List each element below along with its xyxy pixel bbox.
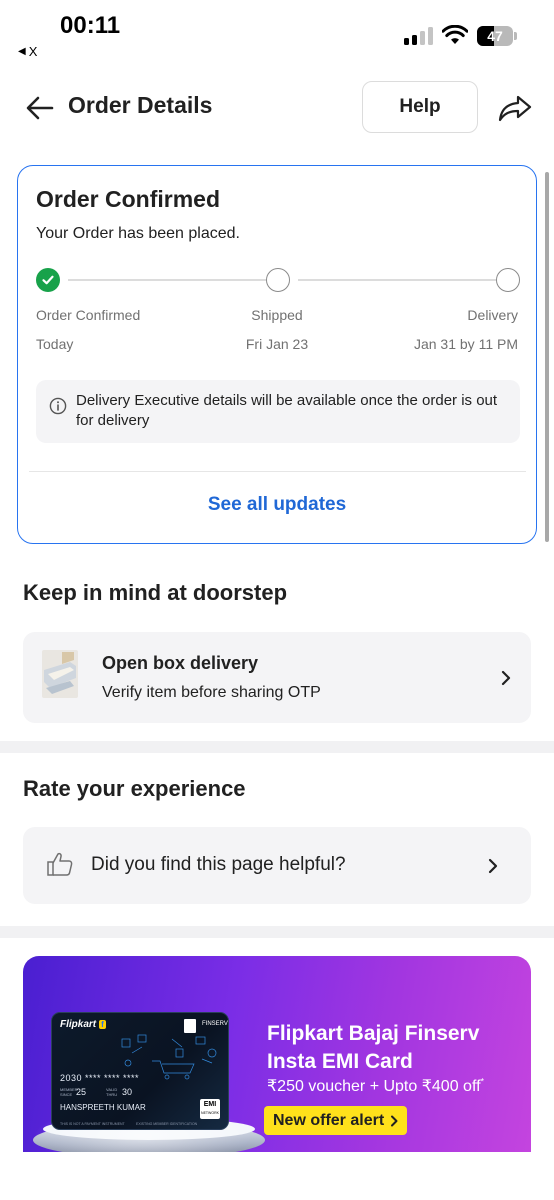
back-arrow-icon[interactable]	[22, 90, 58, 126]
section-divider	[0, 926, 554, 938]
progress-line	[68, 279, 275, 281]
order-status-subtitle: Your Order has been placed.	[36, 225, 240, 242]
chevron-right-icon	[488, 858, 498, 874]
emi-logo-text: EMI	[203, 1101, 217, 1108]
page-helpful-question: Did you find this page helpful?	[91, 854, 346, 875]
wifi-icon	[442, 25, 468, 44]
banner-title: Flipkart Bajaj Finserv Insta EMI Card	[267, 1020, 479, 1076]
emi-card-image: Flipkart f FINSERV 2030 **** **** **** ME…	[51, 1012, 229, 1130]
step-confirmed-check-icon	[36, 268, 60, 292]
battery-icon: 47	[477, 26, 517, 46]
card-holder-name: HANSPREETH KUMAR	[60, 1103, 146, 1112]
order-status-title: Order Confirmed	[36, 186, 221, 212]
step-shipped-circle-icon	[266, 268, 290, 292]
card-brand: Flipkart f	[60, 1019, 106, 1030]
banner-title-line1: Flipkart Bajaj Finserv	[267, 1022, 480, 1045]
banner-offer-text: ₹250 voucher + Upto ₹400 off*	[267, 1076, 484, 1096]
step-delivery-circle-icon	[496, 268, 520, 292]
see-all-updates-link[interactable]: See all updates	[18, 494, 536, 516]
emi-network-logo: EMI NETWORK	[200, 1099, 220, 1119]
back-app-label: X	[28, 44, 38, 59]
page-title: Order Details	[68, 92, 213, 118]
open-box-delivery-card[interactable]: Open box delivery Verify item before sha…	[23, 632, 531, 723]
valid-thru-value: 30	[122, 1087, 133, 1097]
scrollbar[interactable]	[545, 172, 549, 542]
member-since-value: 25	[76, 1087, 87, 1097]
emi-card-promo-banner[interactable]: Flipkart f FINSERV 2030 **** **** **** ME…	[23, 956, 531, 1152]
card-number: 2030 **** **** ****	[60, 1073, 140, 1083]
banner-title-line2: Insta EMI Card	[267, 1050, 413, 1073]
shoe-box-thumbnail-icon	[42, 650, 78, 698]
status-time: 00:11	[60, 12, 121, 39]
banner-offer-mark: *	[480, 1076, 485, 1087]
valid-thru-label: VALID THRU	[106, 1087, 118, 1097]
divider	[29, 471, 526, 472]
new-offer-alert-button[interactable]: New offer alert	[264, 1106, 408, 1135]
order-details-screen: 00:11 ◀ X 47 Order Details Help Order Co…	[0, 0, 554, 1200]
order-progress-tracker	[36, 268, 520, 292]
doorstep-section-title: Keep in mind at doorstep	[23, 580, 288, 605]
open-box-delivery-title: Open box delivery	[102, 653, 259, 673]
page-helpful-card[interactable]: Did you find this page helpful?	[23, 827, 531, 904]
order-status-card: Order Confirmed Your Order has been plac…	[17, 165, 537, 544]
card-footer-text: THIS IS NOT A PAYMENT INSTRUMENT	[60, 1122, 125, 1126]
page-header: Order Details Help	[0, 76, 554, 140]
chevron-right-icon	[391, 1115, 398, 1126]
card-partner-text: FINSERV	[202, 1021, 228, 1027]
rating-section-title: Rate your experience	[23, 776, 246, 801]
back-to-app-link[interactable]: ◀ X	[18, 44, 37, 59]
delivery-info-box: Delivery Executive details will be avail…	[36, 380, 520, 443]
help-button[interactable]: Help	[362, 81, 478, 133]
status-bar: 00:11 ◀ X 47	[0, 0, 554, 68]
progress-line	[298, 279, 504, 281]
section-divider	[0, 741, 554, 753]
flipkart-badge-icon: f	[99, 1020, 106, 1029]
thumbs-up-icon	[47, 852, 73, 876]
info-icon	[49, 397, 67, 415]
chevron-right-icon	[501, 670, 511, 686]
step-label-shipped: Shipped	[251, 307, 303, 323]
cellular-signal-icon	[404, 27, 434, 45]
emi-logo-subtext: NETWORK	[201, 1111, 219, 1115]
open-box-delivery-subtitle: Verify item before sharing OTP	[102, 684, 321, 701]
banner-offer: ₹250 voucher + Upto ₹400 off	[267, 1078, 481, 1095]
card-id-text: EXISTING MEMBER IDENTIFICATION	[136, 1122, 198, 1126]
new-offer-alert-label: New offer alert	[273, 1111, 385, 1129]
card-brand-text: Flipkart	[60, 1019, 97, 1030]
member-since-label: MEMBER SINCE	[60, 1087, 78, 1097]
bajaj-logo-icon	[184, 1019, 196, 1033]
step-date-delivery: Jan 31 by 11 PM	[413, 336, 518, 352]
battery-level: 47	[487, 28, 503, 44]
share-icon[interactable]	[496, 90, 534, 126]
step-label-delivery: Delivery	[467, 307, 518, 323]
delivery-info-text: Delivery Executive details will be avail…	[76, 392, 498, 429]
back-triangle-icon: ◀	[18, 46, 26, 57]
